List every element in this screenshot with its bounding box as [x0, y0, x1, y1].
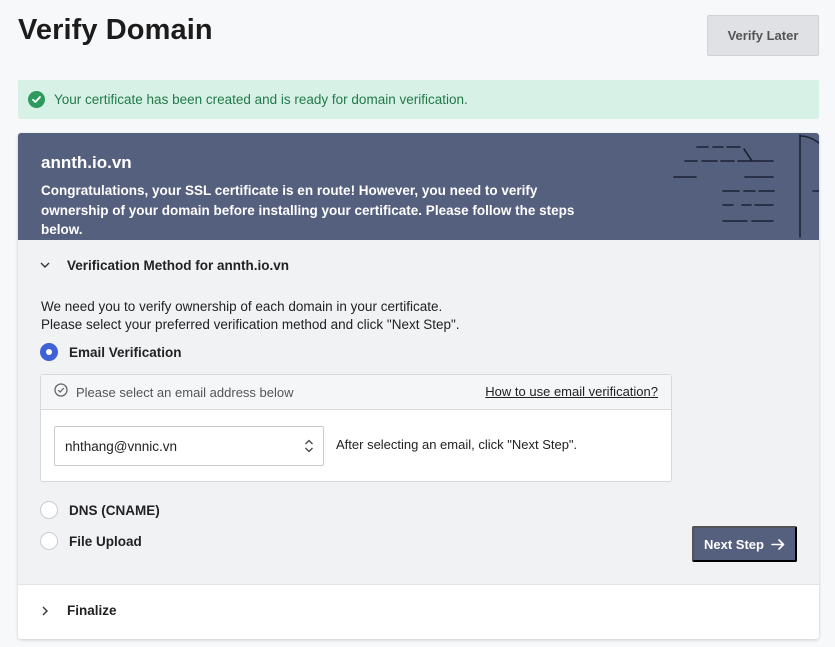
radio-dns-cname[interactable]: DNS (CNAME)	[40, 501, 160, 519]
banner-domain: annth.io.vn	[41, 153, 132, 172]
verification-method-section: Verification Method for annth.io.vn We n…	[18, 240, 819, 585]
decorative-lines-art	[673, 134, 819, 238]
arrow-right-icon	[771, 538, 785, 550]
step-verification-header[interactable]: Verification Method for annth.io.vn	[40, 258, 289, 273]
next-step-button[interactable]: Next Step	[692, 526, 797, 562]
radio-label: Email Verification	[69, 344, 182, 360]
verify-later-button[interactable]: Verify Later	[707, 15, 819, 56]
step-finalize-header[interactable]: Finalize	[40, 603, 117, 618]
chevron-right-icon	[40, 606, 50, 616]
check-circle-icon	[28, 91, 45, 108]
email-selection-box: Please select an email address below How…	[40, 374, 672, 482]
radio-file-upload[interactable]: File Upload	[40, 532, 142, 550]
chevron-down-icon	[40, 261, 50, 271]
instructions: We need you to verify ownership of each …	[41, 298, 460, 334]
up-down-chevron-icon	[304, 439, 314, 456]
verification-card: annth.io.vn Congratulations, your SSL ce…	[18, 133, 819, 639]
radio-button[interactable]	[40, 532, 58, 550]
selected-email: nhthang@vnnic.vn	[65, 438, 178, 454]
after-select-text: After selecting an email, click "Next St…	[336, 437, 578, 452]
page-title: Verify Domain	[18, 14, 213, 46]
success-alert: Your certificate has been created and is…	[18, 80, 819, 119]
next-step-label: Next Step	[704, 536, 764, 552]
alert-text: Your certificate has been created and is…	[54, 92, 468, 107]
email-hint: Please select an email address below	[76, 384, 294, 400]
radio-label: File Upload	[69, 533, 142, 549]
step-finalize-title: Finalize	[67, 603, 117, 618]
email-select[interactable]: nhthang@vnnic.vn	[54, 426, 324, 466]
radio-button[interactable]	[40, 501, 58, 519]
email-help-link[interactable]: How to use email verification?	[485, 384, 658, 399]
instructions-line-1: We need you to verify ownership of each …	[41, 299, 443, 314]
banner-message: Congratulations, your SSL certificate is…	[41, 183, 575, 237]
instructions-line-2: Please select your preferred verificatio…	[41, 317, 460, 332]
radio-email-verification[interactable]: Email Verification	[40, 343, 182, 361]
radio-button-checked[interactable]	[40, 343, 58, 361]
radio-label: DNS (CNAME)	[69, 502, 160, 518]
email-box-header: Please select an email address below How…	[41, 375, 671, 410]
step-verification-title: Verification Method for annth.io.vn	[67, 258, 290, 273]
domain-banner: annth.io.vn Congratulations, your SSL ce…	[18, 133, 819, 240]
check-circle-outline-icon	[54, 382, 68, 402]
